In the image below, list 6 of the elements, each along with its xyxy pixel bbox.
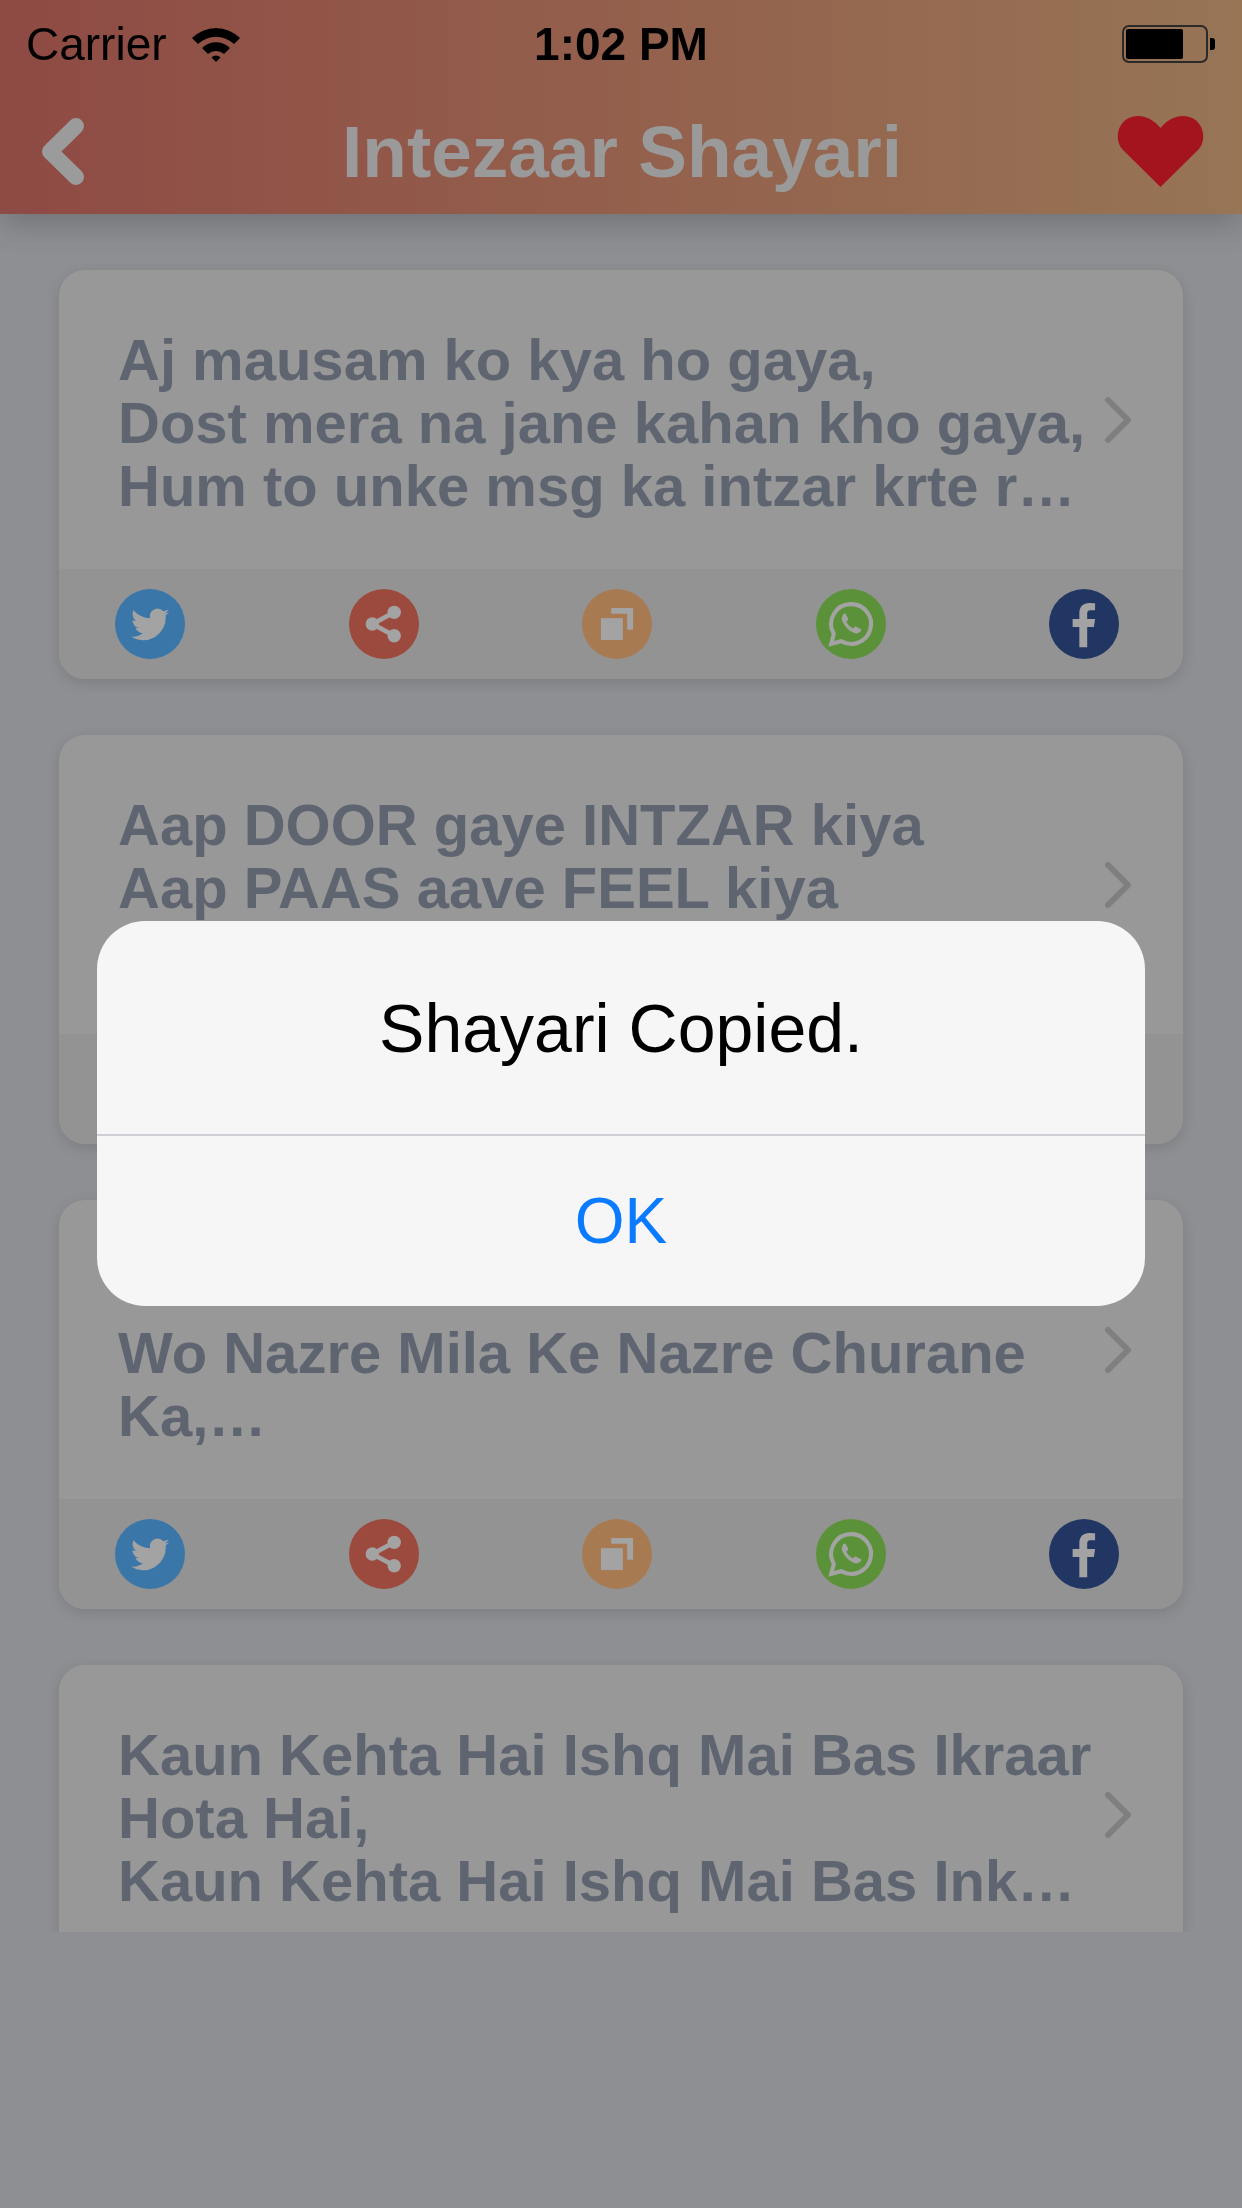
status-time: 1:02 PM bbox=[534, 21, 708, 67]
shayari-text: Aap DOOR gaye INTZAR kiya Aap PAAS aave FEEL kiya bbox=[118, 793, 924, 919]
carrier-name: Carrier bbox=[26, 21, 167, 67]
shayari-text: Kaun Kehta Hai Ishq Mai Bas Ikraar Hota Hai, Kaun Kehta Hai Ishq Mai Bas Ink… bbox=[118, 1723, 1092, 1912]
shayari-text: Wo Nazre Mila Ke Nazre Churane Ka,… bbox=[118, 1321, 1026, 1447]
shayari-text: Aj mausam ko kya ho gaya, Dost mera na jane kahan kho gaya, Hum to unke msg ka intzar krte r… bbox=[118, 328, 1086, 517]
